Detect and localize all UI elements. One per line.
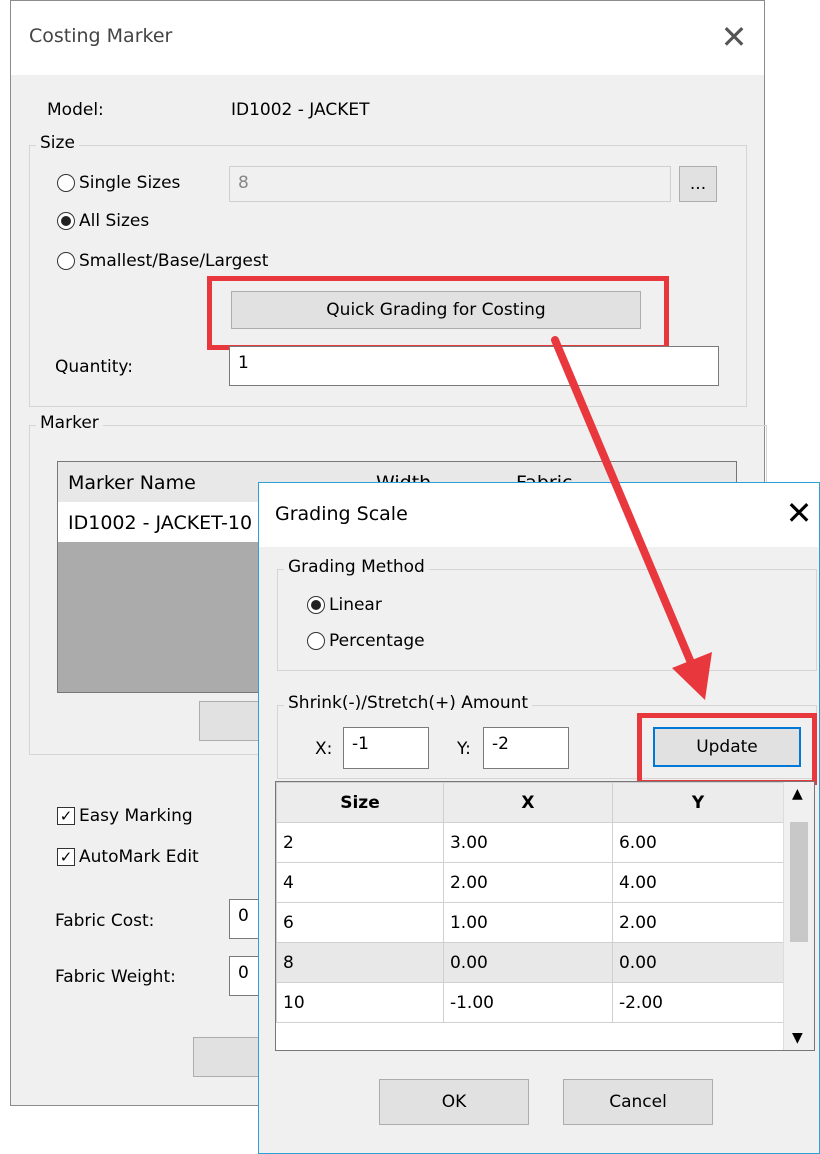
fabric-cost-label: Fabric Cost: bbox=[55, 911, 155, 931]
marker-group-title: Marker bbox=[36, 413, 103, 433]
y-cell[interactable]: -2.00 bbox=[611, 982, 785, 1023]
title-bar: Costing Marker ✕ bbox=[11, 1, 764, 75]
close-icon[interactable]: ✕ bbox=[781, 495, 817, 531]
update-highlight bbox=[637, 713, 817, 785]
y-cell[interactable]: 0.00 bbox=[611, 942, 785, 983]
column-size[interactable]: Size bbox=[276, 782, 444, 823]
x-cell[interactable]: 2.00 bbox=[442, 862, 613, 903]
size-cell[interactable]: 10 bbox=[276, 982, 444, 1023]
grading-method-group: Grading Method bbox=[277, 557, 817, 671]
table-row[interactable]: 6 1.00 2.00 bbox=[276, 902, 785, 943]
x-amount-field[interactable]: -1 bbox=[343, 727, 429, 769]
grading-scale-dialog: Grading Scale ✕ Grading Method Linear Pe… bbox=[258, 482, 820, 1154]
x-cell[interactable]: 1.00 bbox=[442, 902, 613, 943]
table-header-row: Size X Y bbox=[276, 782, 785, 823]
scrollbar-thumb[interactable] bbox=[790, 822, 808, 942]
radio-linear[interactable]: Linear bbox=[307, 595, 382, 615]
radio-percentage[interactable]: Percentage bbox=[307, 631, 425, 651]
column-x[interactable]: X bbox=[442, 782, 613, 823]
marker-name-cell: ID1002 - JACKET-10 bbox=[68, 512, 253, 534]
radio-circle-selected bbox=[57, 212, 75, 230]
browse-sizes-button[interactable]: ... bbox=[679, 166, 717, 202]
fabric-weight-label: Fabric Weight: bbox=[55, 967, 176, 987]
column-y[interactable]: Y bbox=[611, 782, 785, 823]
close-icon[interactable]: ✕ bbox=[716, 19, 752, 55]
column-marker-name[interactable]: Marker Name bbox=[68, 472, 196, 494]
radio-label: Percentage bbox=[329, 631, 425, 651]
quick-grading-highlight bbox=[207, 276, 669, 350]
window-title: Costing Marker bbox=[29, 25, 173, 47]
quantity-field[interactable]: 1 bbox=[229, 346, 719, 386]
size-cell[interactable]: 4 bbox=[276, 862, 444, 903]
x-label: X: bbox=[315, 739, 333, 759]
vertical-scrollbar[interactable]: ▲ ▼ bbox=[783, 782, 814, 1050]
radio-smallest-base-largest[interactable]: Smallest/Base/Largest bbox=[57, 251, 268, 271]
y-cell[interactable]: 6.00 bbox=[611, 822, 785, 863]
size-group-title: Size bbox=[36, 133, 79, 153]
size-cell[interactable]: 2 bbox=[276, 822, 444, 863]
y-cell[interactable]: 4.00 bbox=[611, 862, 785, 903]
model-label: Model: bbox=[47, 100, 104, 120]
table-row[interactable]: 8 0.00 0.00 bbox=[276, 942, 785, 983]
size-cell[interactable]: 6 bbox=[276, 902, 444, 943]
table-row[interactable]: 4 2.00 4.00 bbox=[276, 862, 785, 903]
model-value: ID1002 - JACKET bbox=[231, 100, 370, 120]
checkbox-label: Easy Marking bbox=[79, 806, 193, 826]
automark-edit-checkbox[interactable]: ✓ AutoMark Edit bbox=[57, 847, 199, 867]
radio-circle bbox=[307, 632, 325, 650]
checkbox-label: AutoMark Edit bbox=[79, 847, 199, 867]
check-icon: ✓ bbox=[57, 807, 75, 825]
grading-method-title: Grading Method bbox=[284, 557, 429, 577]
x-cell[interactable]: -1.00 bbox=[442, 982, 613, 1023]
scroll-up-icon[interactable]: ▲ bbox=[792, 786, 803, 802]
y-label: Y: bbox=[457, 739, 471, 759]
radio-circle bbox=[57, 174, 75, 192]
check-icon: ✓ bbox=[57, 848, 75, 866]
scroll-down-icon[interactable]: ▼ bbox=[792, 1030, 803, 1046]
table-row[interactable]: 2 3.00 6.00 bbox=[276, 822, 785, 863]
y-amount-field[interactable]: -2 bbox=[483, 727, 569, 769]
ok-button[interactable]: OK bbox=[379, 1079, 529, 1125]
radio-label: All Sizes bbox=[79, 211, 150, 231]
title-bar: Grading Scale ✕ bbox=[259, 483, 819, 547]
y-cell[interactable]: 2.00 bbox=[611, 902, 785, 943]
radio-label: Single Sizes bbox=[79, 173, 181, 193]
radio-label: Linear bbox=[329, 595, 382, 615]
radio-label: Smallest/Base/Largest bbox=[79, 251, 269, 271]
amount-group-title: Shrink(-)/Stretch(+) Amount bbox=[284, 693, 533, 713]
dialog-title: Grading Scale bbox=[275, 503, 408, 525]
radio-circle bbox=[57, 252, 75, 270]
radio-all-sizes[interactable]: All Sizes bbox=[57, 211, 149, 231]
x-cell[interactable]: 3.00 bbox=[442, 822, 613, 863]
grading-table: Size X Y 2 3.00 6.00 4 2.00 4.00 6 1.00 … bbox=[276, 782, 785, 1023]
radio-single-sizes[interactable]: Single Sizes bbox=[57, 173, 180, 193]
size-cell[interactable]: 8 bbox=[276, 942, 444, 983]
grading-table-container: Size X Y 2 3.00 6.00 4 2.00 4.00 6 1.00 … bbox=[275, 781, 815, 1051]
radio-circle-selected bbox=[307, 596, 325, 614]
x-cell[interactable]: 0.00 bbox=[442, 942, 613, 983]
table-row[interactable]: 10 -1.00 -2.00 bbox=[276, 982, 785, 1023]
quantity-label: Quantity: bbox=[55, 357, 133, 377]
single-size-field[interactable]: 8 bbox=[229, 166, 671, 202]
cancel-button[interactable]: Cancel bbox=[563, 1079, 713, 1125]
easy-marking-checkbox[interactable]: ✓ Easy Marking bbox=[57, 806, 193, 826]
